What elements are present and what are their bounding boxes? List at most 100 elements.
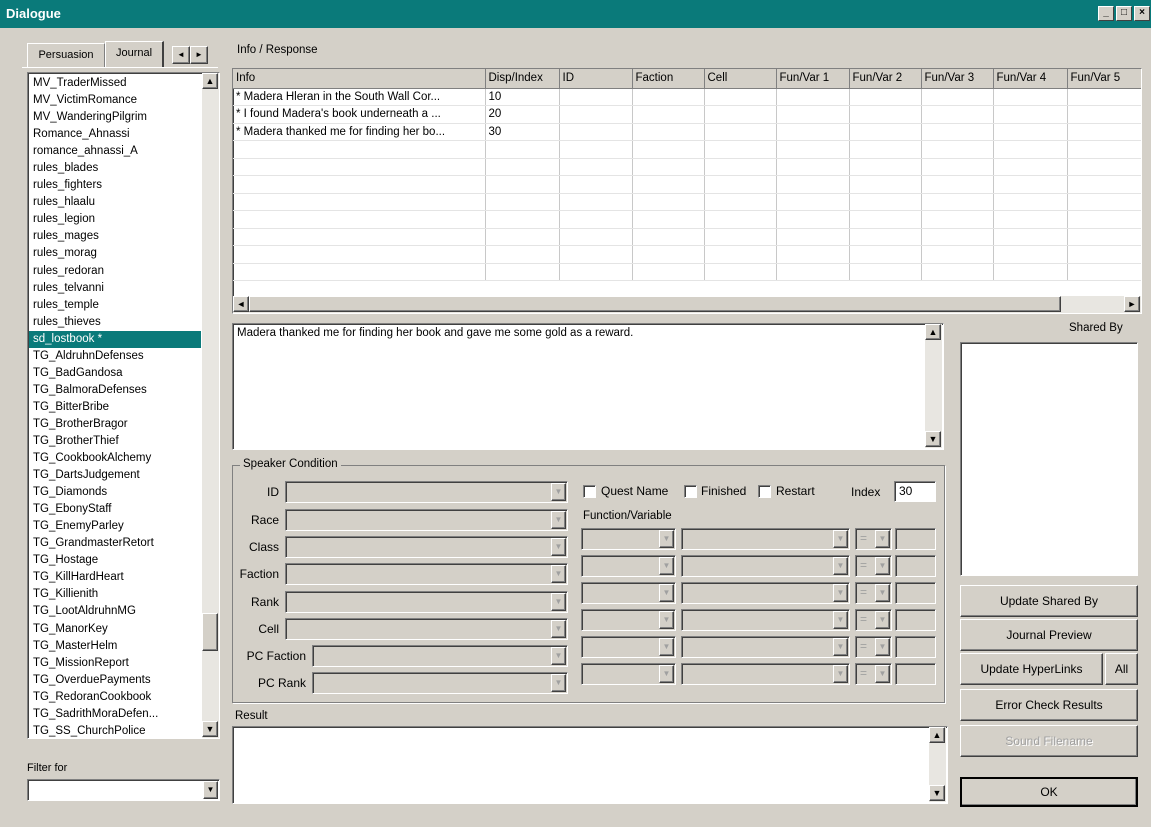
function-value-input[interactable]	[895, 582, 936, 604]
topic-list-item[interactable]: TG_MasterHelm	[29, 638, 201, 655]
topic-list-item[interactable]: TG_Killienith	[29, 586, 201, 603]
topic-list-item[interactable]: MV_VictimRomance	[29, 92, 201, 109]
topic-list-item[interactable]: TG_BalmoraDefenses	[29, 382, 201, 399]
comparison-operator-select[interactable]: ▼ =	[855, 663, 892, 685]
column-header[interactable]: Info	[233, 69, 486, 89]
topic-list-item[interactable]: rules_fighters	[29, 177, 201, 194]
topic-list-item[interactable]: Romance_Ahnassi	[29, 126, 201, 143]
topic-list-item[interactable]: rules_telvanni	[29, 280, 201, 297]
chevron-down-icon[interactable]: ▼	[551, 565, 566, 583]
table-row[interactable]	[233, 175, 1141, 194]
topic-list-item[interactable]: TG_MissionReport	[29, 655, 201, 672]
chevron-down-icon[interactable]: ▼	[875, 638, 890, 656]
scroll-down-icon[interactable]: ▼	[929, 785, 945, 801]
scroll-up-icon[interactable]: ▲	[925, 324, 941, 340]
table-row[interactable]	[233, 158, 1141, 176]
topic-list-item[interactable]: rules_morag	[29, 245, 201, 262]
finished-checkbox[interactable]	[684, 485, 697, 498]
chevron-down-icon[interactable]: ▼	[875, 584, 890, 602]
result-scrollbar[interactable]: ▲ ▼	[929, 727, 946, 802]
speaker-field-select[interactable]: ▼	[312, 645, 568, 667]
function-variable-select[interactable]: ▼	[681, 582, 850, 604]
topic-list-item[interactable]: TG_CookbookAlchemy	[29, 450, 201, 467]
function-type-select[interactable]: ▼	[581, 663, 676, 685]
column-header[interactable]: Cell	[704, 69, 777, 89]
chevron-down-icon[interactable]: ▼	[875, 665, 890, 683]
comparison-operator-select[interactable]: ▼ =	[855, 609, 892, 631]
topic-list-item[interactable]: rules_temple	[29, 297, 201, 314]
topic-list-item[interactable]: TG_KillHardHeart	[29, 569, 201, 586]
table-row[interactable]	[233, 140, 1141, 159]
comparison-operator-select[interactable]: ▼ =	[855, 582, 892, 604]
speaker-field-select[interactable]: ▼	[285, 618, 568, 640]
grid-hscrollbar[interactable]: ◄ ►	[233, 296, 1141, 313]
comparison-operator-select[interactable]: ▼ =	[855, 636, 892, 658]
topic-list-item[interactable]: TG_BrotherThief	[29, 433, 201, 450]
shared-by-list[interactable]	[960, 342, 1138, 576]
table-row[interactable]: * Madera thanked me for finding her bo..…	[233, 123, 1141, 141]
topic-list-item[interactable]: TG_EbonyStaff	[29, 501, 201, 518]
scroll-down-icon[interactable]: ▼	[202, 721, 218, 737]
table-row[interactable]	[233, 193, 1141, 211]
chevron-down-icon[interactable]: ▼	[833, 611, 848, 629]
topic-list-item[interactable]: rules_legion	[29, 211, 201, 228]
topic-list-item[interactable]: TG_SS_ChurchPolice	[29, 723, 201, 738]
table-row[interactable]	[233, 228, 1141, 246]
tab-scroll-left-icon[interactable]: ◄	[172, 46, 190, 64]
topic-list-item[interactable]: rules_blades	[29, 160, 201, 177]
chevron-down-icon[interactable]: ▼	[659, 665, 674, 683]
scroll-left-icon[interactable]: ◄	[233, 296, 249, 312]
speaker-field-select[interactable]: ▼	[285, 481, 568, 503]
topic-list-item[interactable]: sd_lostbook *	[29, 330, 201, 348]
topic-list-item[interactable]: romance_ahnassi_A	[29, 143, 201, 160]
topic-list-item[interactable]: TG_BitterBribe	[29, 399, 201, 416]
topic-list[interactable]: MV_TraderMissed MV_VictimRomance MV_Wander…	[27, 72, 220, 739]
column-header[interactable]: Fun/Var 3	[921, 69, 994, 89]
speaker-field-select[interactable]: ▼	[285, 536, 568, 558]
topic-list-item[interactable]: TG_AldruhnDefenses	[29, 348, 201, 365]
update-all-button[interactable]: All	[1105, 653, 1138, 685]
column-header[interactable]: Fun/Var 1	[776, 69, 850, 89]
function-type-select[interactable]: ▼	[581, 582, 676, 604]
chevron-down-icon[interactable]: ▼	[833, 665, 848, 683]
speaker-field-select[interactable]: ▼	[285, 591, 568, 613]
scroll-right-icon[interactable]: ►	[1124, 296, 1140, 312]
topic-list-item[interactable]: TG_BrotherBragor	[29, 416, 201, 433]
function-variable-select[interactable]: ▼	[681, 636, 850, 658]
chevron-down-icon[interactable]: ▼	[875, 530, 890, 548]
chevron-down-icon[interactable]: ▼	[551, 511, 566, 529]
topic-list-item[interactable]: TG_ManorKey	[29, 621, 201, 638]
table-row[interactable]: * I found Madera's book underneath a ...…	[233, 105, 1141, 124]
chevron-down-icon[interactable]: ▼	[551, 538, 566, 556]
scroll-down-icon[interactable]: ▼	[925, 431, 941, 447]
topic-list-item[interactable]: TG_EnemyParley	[29, 518, 201, 535]
function-value-input[interactable]	[895, 663, 936, 685]
function-value-input[interactable]	[895, 609, 936, 631]
tab-scroll-right-icon[interactable]: ►	[190, 46, 208, 64]
function-variable-select[interactable]: ▼	[681, 555, 850, 577]
info-grid[interactable]: Info Disp/Index ID Faction Cell Fun/Var 1 Fun/…	[232, 68, 1142, 314]
chevron-down-icon[interactable]: ▼	[659, 611, 674, 629]
chevron-down-icon[interactable]: ▼	[551, 647, 566, 665]
response-text[interactable]: Madera thanked me for finding her book a…	[232, 323, 944, 450]
function-value-input[interactable]	[895, 555, 936, 577]
chevron-down-icon[interactable]: ▼	[551, 483, 566, 501]
chevron-down-icon[interactable]: ▼	[875, 611, 890, 629]
response-scrollbar[interactable]: ▲ ▼	[925, 324, 942, 448]
topic-list-item[interactable]: TG_BadGandosa	[29, 365, 201, 382]
function-value-input[interactable]	[895, 636, 936, 658]
chevron-down-icon[interactable]: ▼	[551, 620, 566, 638]
chevron-down-icon[interactable]: ▼	[203, 781, 218, 799]
journal-preview-button[interactable]: Journal Preview	[960, 619, 1138, 651]
maximize-icon[interactable]: □	[1116, 6, 1132, 21]
chevron-down-icon[interactable]: ▼	[659, 584, 674, 602]
topic-list-item[interactable]: TG_GrandmasterRetort	[29, 535, 201, 552]
topic-list-item[interactable]: TG_LootAldruhnMG	[29, 603, 201, 620]
chevron-down-icon[interactable]: ▼	[551, 593, 566, 611]
close-icon[interactable]: ×	[1134, 6, 1150, 21]
update-shared-by-button[interactable]: Update Shared By	[960, 585, 1138, 617]
chevron-down-icon[interactable]: ▼	[659, 557, 674, 575]
table-row[interactable]	[233, 263, 1141, 281]
topic-list-item[interactable]: TG_SadrithMoraDefen...	[29, 706, 201, 723]
column-header[interactable]: Disp/Index	[485, 69, 560, 89]
